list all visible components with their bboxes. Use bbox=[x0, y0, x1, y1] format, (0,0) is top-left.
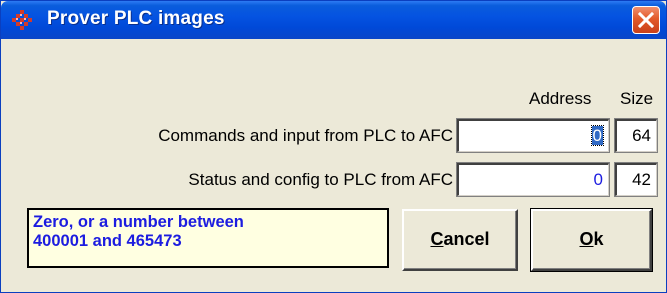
hint-line-1: Zero, or a number between bbox=[33, 213, 244, 231]
size-column-header: Size bbox=[620, 89, 654, 108]
status-size-field[interactable]: 42 bbox=[614, 162, 658, 197]
commands-size-field[interactable]: 64 bbox=[614, 118, 658, 153]
ok-mnemonic: O bbox=[579, 229, 594, 249]
commands-row-label: Commands and input from PLC to AFC bbox=[158, 126, 453, 145]
cancel-button[interactable]: Cancel bbox=[402, 209, 518, 271]
window-title: Prover PLC images bbox=[47, 8, 225, 29]
title-bar[interactable]: Prover PLC images bbox=[1, 1, 666, 39]
commands-address-value: 0 bbox=[590, 125, 605, 146]
cancel-label: ancel bbox=[443, 229, 490, 249]
commands-address-input[interactable]: 0 bbox=[456, 118, 610, 153]
status-address-input[interactable]: 0 bbox=[456, 162, 610, 197]
hint-box: Zero, or a number between 400001 and 465… bbox=[27, 208, 389, 268]
close-button[interactable] bbox=[632, 6, 660, 34]
status-row-label: Status and config to PLC from AFC bbox=[188, 170, 453, 189]
ok-label: k bbox=[593, 229, 604, 249]
close-icon bbox=[638, 12, 654, 28]
address-column-header: Address bbox=[529, 89, 592, 108]
cancel-mnemonic: C bbox=[430, 229, 444, 249]
dialog-window: Prover PLC images Address Size Commands … bbox=[0, 0, 667, 293]
ok-button[interactable]: Ok bbox=[530, 208, 653, 272]
hint-line-2: 400001 and 465473 bbox=[33, 232, 182, 250]
prover-app-icon bbox=[10, 8, 36, 32]
